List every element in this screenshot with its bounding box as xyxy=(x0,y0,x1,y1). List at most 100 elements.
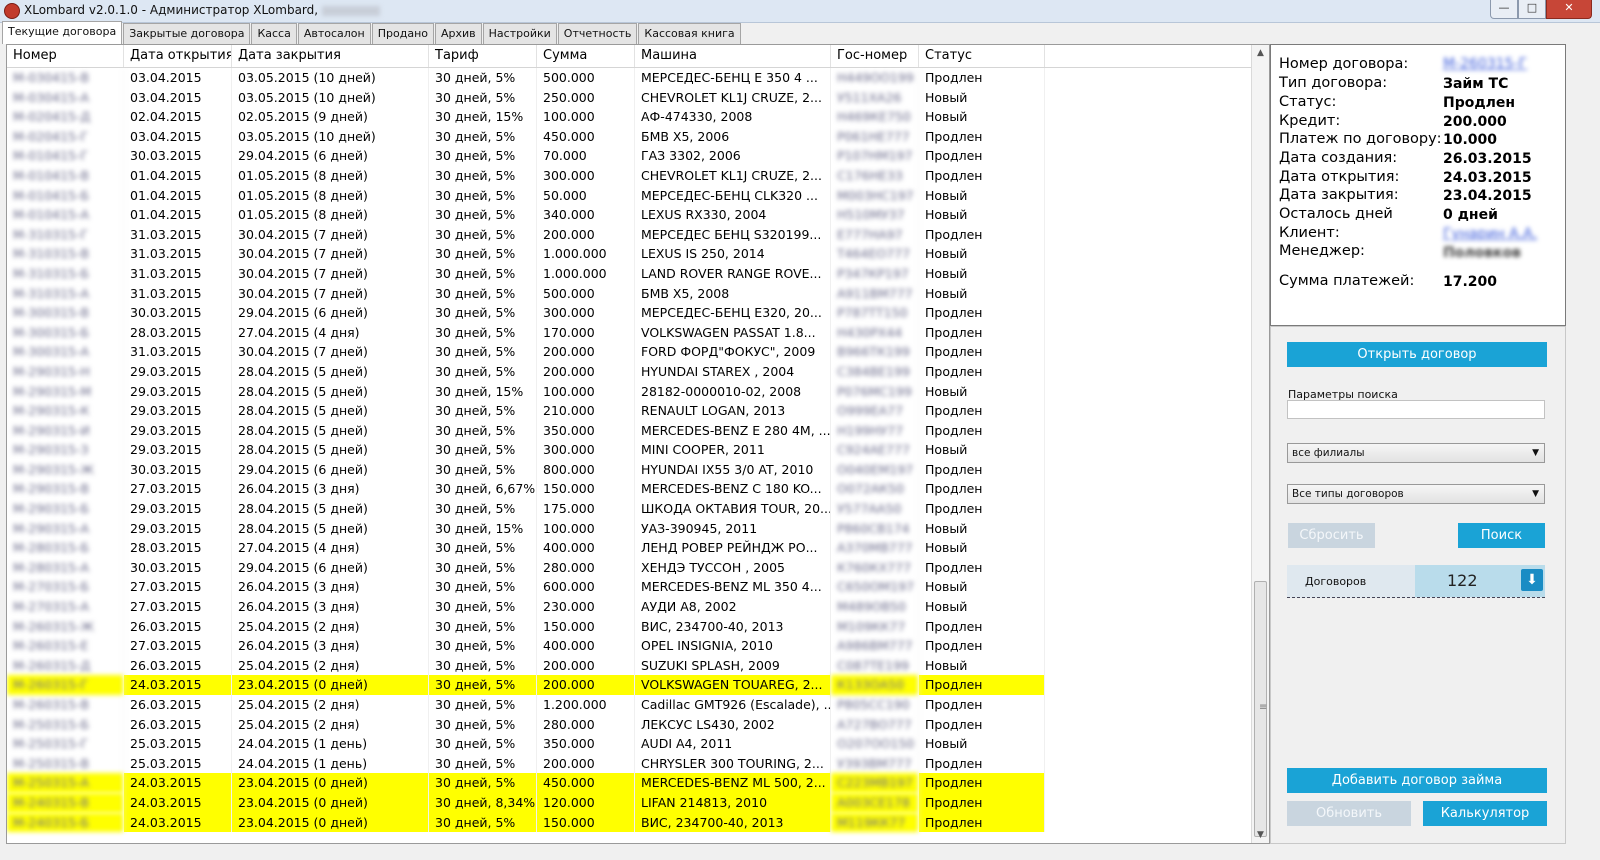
cell-tariff: 30 дней, 5% xyxy=(429,185,537,206)
contract-type-select[interactable]: Все типы договоров ▼ xyxy=(1287,484,1545,504)
tab-settings[interactable]: Настройки xyxy=(482,23,557,44)
table-row[interactable]: М-300315-А 31.03.2015 30.04.2015 (7 дней) 3… xyxy=(7,342,1269,362)
table-row[interactable]: М-270315-Б 27.03.2015 26.04.2015 (3 дня) 30… xyxy=(7,577,1269,598)
calculator-button[interactable]: Калькулятор xyxy=(1423,801,1547,826)
scroll-up-arrow-icon[interactable]: ▲ xyxy=(1252,45,1269,61)
table-row[interactable]: М-260315-В 26.03.2015 25.04.2015 (2 дня) 30… xyxy=(7,695,1269,715)
cell-status: Новый xyxy=(919,87,1045,108)
tab-current-contracts[interactable]: Текущие договора xyxy=(2,21,123,44)
tab-archive[interactable]: Архив xyxy=(435,23,482,44)
label-opened: Дата открытия: xyxy=(1279,169,1400,185)
cell-car: БМВ Х5, 2008 xyxy=(635,283,831,304)
cell-tariff: 30 дней, 5% xyxy=(429,68,537,88)
cell-tariff: 30 дней, 5% xyxy=(429,557,537,578)
table-row[interactable]: М-290315-И 29.03.2015 28.04.2015 (5 дней) 3… xyxy=(7,420,1269,441)
scroll-down-arrow-icon[interactable]: ▼ xyxy=(1252,827,1269,843)
table-row[interactable]: М-290315-Н 29.03.2015 28.04.2015 (5 дней) 3… xyxy=(7,361,1269,382)
tab-sold[interactable]: Продано xyxy=(371,23,434,44)
table-row[interactable]: М-260315-Д 26.03.2015 25.04.2015 (2 дня) 30… xyxy=(7,655,1269,676)
contract-type-value: Займ ТС xyxy=(1443,76,1509,92)
cell-sum: 600.000 xyxy=(537,577,635,598)
tab-closed-contracts[interactable]: Закрытые договора xyxy=(123,23,251,44)
table-row[interactable]: М-250315-Б 26.03.2015 25.04.2015 (2 дня) 30… xyxy=(7,714,1269,735)
table-row[interactable]: М-010415-А 01.04.2015 01.05.2015 (8 дней) 3… xyxy=(7,205,1269,225)
column-header-car[interactable]: Машина xyxy=(635,45,831,67)
cell-car: ЛЕКСУС LS430, 2002 xyxy=(635,714,831,735)
table-row[interactable]: М-010415-В 01.04.2015 01.05.2015 (8 дней) 3… xyxy=(7,165,1269,186)
table-row[interactable]: М-290315-А 29.03.2015 28.04.2015 (5 дней) 3… xyxy=(7,518,1269,539)
download-icon[interactable]: ⬇ xyxy=(1521,569,1543,591)
table-row[interactable]: М-280315-А 30.03.2015 29.04.2015 (6 дней) 3… xyxy=(7,557,1269,578)
tab-reports[interactable]: Отчетность xyxy=(557,23,638,44)
search-side-panel: Открыть договор Параметры поиска все фил… xyxy=(1270,326,1566,844)
contract-type-select-value: Все типы договоров xyxy=(1292,488,1404,500)
column-header-number[interactable]: Номер xyxy=(7,45,124,67)
table-row[interactable]: М-290315-Ж 30.03.2015 29.04.2015 (6 дней) 3… xyxy=(7,459,1269,480)
cell-close-date: 23.04.2015 (0 дней) xyxy=(232,675,429,695)
table-row[interactable]: М-010415-Б 01.04.2015 01.05.2015 (8 дней) 3… xyxy=(7,185,1269,206)
cell-tariff: 30 дней, 5% xyxy=(429,597,537,617)
scroll-thumb[interactable]: ≡ xyxy=(1254,581,1267,837)
contract-number-link[interactable]: М-260315-Г xyxy=(1443,56,1527,72)
table-row[interactable]: М-030415-А 03.04.2015 03.05.2015 (10 дней)… xyxy=(7,87,1269,108)
column-header-status[interactable]: Статус xyxy=(919,45,1045,67)
table-row[interactable]: М-010415-Г 30.03.2015 29.04.2015 (6 дней) 3… xyxy=(7,146,1269,166)
add-loan-contract-button[interactable]: Добавить договор займа xyxy=(1287,768,1547,793)
vertical-scrollbar[interactable]: ▲ ≡ ▼ xyxy=(1251,45,1269,843)
table-row[interactable]: М-310315-В 31.03.2015 30.04.2015 (7 дней) 3… xyxy=(7,244,1269,264)
table-row[interactable]: М-290315-М 29.03.2015 28.04.2015 (5 дней) 3… xyxy=(7,381,1269,402)
cell-number: М-290315-Б xyxy=(7,499,124,519)
column-header-sum[interactable]: Сумма xyxy=(537,45,635,67)
cell-car: CHRYSLER 300 TOURING, 2... xyxy=(635,753,831,774)
branch-select[interactable]: все филиалы ▼ xyxy=(1287,443,1545,463)
table-row[interactable]: М-310315-Б 31.03.2015 30.04.2015 (7 дней) 3… xyxy=(7,263,1269,284)
cell-plate: С176НЕ33 xyxy=(831,165,919,186)
client-link[interactable]: Гунарин А.А. xyxy=(1443,226,1537,242)
cell-sum: 400.000 xyxy=(537,636,635,656)
search-params-input[interactable] xyxy=(1287,400,1545,419)
table-row[interactable]: М-260315-Е 27.03.2015 26.04.2015 (3 дня) 30… xyxy=(7,636,1269,656)
table-row[interactable]: М-250315-Г 25.03.2015 24.04.2015 (1 день) 3… xyxy=(7,734,1269,754)
table-row[interactable]: М-300315-Б 28.03.2015 27.04.2015 (4 дня) 30… xyxy=(7,322,1269,343)
tab-car-salon[interactable]: Автосалон xyxy=(297,23,371,44)
search-button[interactable]: Поиск xyxy=(1458,523,1545,548)
column-header-open-date[interactable]: Дата открытия xyxy=(124,45,232,67)
cell-plate: С924АЕ777 xyxy=(831,440,919,460)
cell-plate: Р076МС199 xyxy=(831,381,919,402)
cell-close-date: 01.05.2015 (8 дней) xyxy=(232,185,429,206)
table-row[interactable]: М-260315-Г 24.03.2015 23.04.2015 (0 дней) 3… xyxy=(7,675,1269,695)
cell-close-date: 28.04.2015 (5 дней) xyxy=(232,420,429,441)
cell-close-date: 24.04.2015 (1 день) xyxy=(232,753,429,774)
maximize-button[interactable]: □ xyxy=(1518,0,1546,19)
table-row[interactable]: М-290315-К 29.03.2015 28.04.2015 (5 дней) 3… xyxy=(7,401,1269,421)
close-button[interactable]: ✕ xyxy=(1546,0,1592,19)
column-header-plate[interactable]: Гос-номер xyxy=(831,45,919,67)
table-row[interactable]: М-280315-Б 28.03.2015 27.04.2015 (4 дня) 30… xyxy=(7,538,1269,558)
table-row[interactable]: М-290315-Б 29.03.2015 28.04.2015 (5 дней) 3… xyxy=(7,499,1269,519)
table-row[interactable]: М-240315-В 24.03.2015 23.04.2015 (0 дней) 3… xyxy=(7,792,1269,813)
table-row[interactable]: М-020415-Г 03.04.2015 03.05.2015 (10 дней)… xyxy=(7,126,1269,147)
row-filler xyxy=(1045,146,1269,166)
cell-plate: А370МВ777 xyxy=(831,538,919,558)
table-row[interactable]: М-030415-В 03.04.2015 03.05.2015 (10 дней)… xyxy=(7,68,1269,88)
table-row[interactable]: М-260315-Ж 26.03.2015 25.04.2015 (2 дня) 30… xyxy=(7,616,1269,637)
tab-cash-book[interactable]: Кассовая книга xyxy=(638,23,741,44)
table-row[interactable]: М-290315-В 27.03.2015 26.04.2015 (3 дня) 30… xyxy=(7,479,1269,500)
column-header-close-date[interactable]: Дата закрытия xyxy=(232,45,429,67)
table-row[interactable]: М-020415-Д 02.04.2015 02.05.2015 (9 дней) 3… xyxy=(7,107,1269,127)
table-row[interactable]: М-250315-А 24.03.2015 23.04.2015 (0 дней) 3… xyxy=(7,773,1269,793)
table-row[interactable]: М-240315-Б 24.03.2015 23.04.2015 (0 дней) 3… xyxy=(7,812,1269,833)
open-contract-button[interactable]: Открыть договор xyxy=(1287,342,1547,367)
table-row[interactable]: М-310315-Г 31.03.2015 30.04.2015 (7 дней) 3… xyxy=(7,224,1269,245)
table-row[interactable]: М-270315-А 27.03.2015 26.04.2015 (3 дня) 30… xyxy=(7,597,1269,617)
table-row[interactable]: М-310315-А 31.03.2015 30.04.2015 (7 дней) 3… xyxy=(7,283,1269,304)
reset-button[interactable]: Сбросить xyxy=(1288,523,1375,548)
column-header-tariff[interactable]: Тариф xyxy=(429,45,537,67)
minimize-button[interactable]: — xyxy=(1490,0,1518,19)
table-row[interactable]: М-250315-В 25.03.2015 24.04.2015 (1 день) 3… xyxy=(7,753,1269,774)
refresh-button[interactable]: Обновить xyxy=(1287,801,1411,826)
tab-cash[interactable]: Касса xyxy=(251,23,297,44)
row-filler xyxy=(1045,499,1269,519)
table-row[interactable]: М-290315-З 29.03.2015 28.04.2015 (5 дней) 3… xyxy=(7,440,1269,460)
table-row[interactable]: М-300315-В 30.03.2015 29.04.2015 (6 дней) 3… xyxy=(7,303,1269,323)
